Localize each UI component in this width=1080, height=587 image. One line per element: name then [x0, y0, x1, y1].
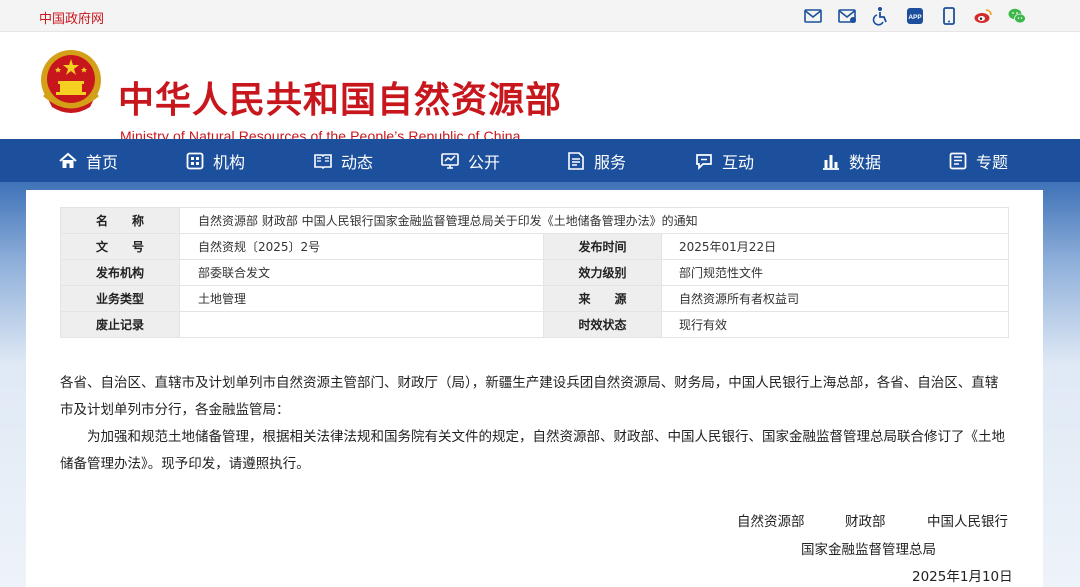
nav-item-data[interactable]: 数据	[821, 139, 881, 182]
table-row: 废止记录 时效状态 现行有效	[60, 311, 1009, 338]
accessibility-icon[interactable]	[870, 5, 892, 27]
top-icon-group: APP	[802, 5, 1028, 27]
nav-item-label: 动态	[341, 152, 374, 172]
table-row: 发布机构 部委联合发文 效力级别 部门规范性文件	[60, 259, 1009, 286]
service-icon	[568, 151, 584, 170]
nav-item-organization[interactable]: 机构	[185, 139, 245, 182]
weibo-icon[interactable]	[972, 5, 994, 27]
signature-org-1: 自然资源部	[737, 514, 805, 530]
mail-subscribe-icon[interactable]	[836, 5, 858, 27]
site-title-cn: 中华人民共和国自然资源部	[118, 79, 563, 121]
name-label: 名 称	[60, 207, 180, 234]
nav-item-label: 互动	[722, 152, 755, 172]
gov-portal-link[interactable]: 中国政府网	[39, 8, 104, 27]
signature-org-3: 中国人民银行	[927, 514, 1008, 530]
signature-date: 2025年1月10日	[912, 569, 1013, 585]
status-label: 时效状态	[543, 311, 662, 338]
abolish-value	[179, 311, 544, 338]
publish-time-value: 2025年01月22日	[661, 233, 1009, 260]
addressee-paragraph: 各省、自治区、直辖市及计划单列市自然资源主管部门、财政厅（局），新疆生产建设兵团…	[60, 375, 999, 418]
top-utility-bar: 中国政府网 APP	[0, 0, 1080, 32]
main-nav: 首页 机构 动态 公开 服务 互动 数据 专题	[0, 139, 1080, 182]
national-emblem-icon	[41, 50, 101, 113]
level-value: 部门规范性文件	[661, 259, 1009, 286]
issuer-label: 发布机构	[60, 259, 180, 286]
publish-time-label: 发布时间	[543, 233, 662, 260]
table-row: 名 称 自然资源部 财政部 中国人民银行国家金融监督管理总局关于印发《土地储备管…	[60, 207, 1009, 234]
issuer-value: 部委联合发文	[179, 259, 544, 286]
nav-item-disclosure[interactable]: 公开	[440, 139, 500, 182]
nav-item-service[interactable]: 服务	[566, 139, 626, 182]
nav-item-interaction[interactable]: 互动	[694, 139, 754, 182]
document-info-table: 名 称 自然资源部 财政部 中国人民银行国家金融监督管理总局关于印发《土地储备管…	[60, 207, 1009, 338]
nav-item-label: 服务	[594, 152, 627, 172]
source-value: 自然资源所有者权益司	[661, 285, 1009, 312]
wechat-icon[interactable]	[1006, 5, 1028, 27]
mail-icon[interactable]	[802, 5, 824, 27]
article-body: 各省、自治区、直辖市及计划单列市自然资源主管部门、财政厅（局），新疆生产建设兵团…	[60, 370, 1010, 478]
nav-item-label: 专题	[976, 152, 1009, 172]
organization-icon	[186, 152, 204, 169]
doc-no-value: 自然资规〔2025〕2号	[179, 233, 544, 260]
home-icon	[59, 152, 77, 168]
data-chart-icon	[823, 154, 839, 170]
table-row: 文 号 自然资规〔2025〕2号 发布时间 2025年01月22日	[60, 233, 1009, 260]
category-value: 土地管理	[179, 285, 544, 312]
signature-org-2: 财政部	[845, 514, 886, 530]
source-label: 来 源	[543, 285, 662, 312]
signature-org-4: 国家金融监督管理总局	[801, 542, 936, 558]
level-label: 效力级别	[543, 259, 662, 286]
category-label: 业务类型	[60, 285, 180, 312]
nav-item-topic[interactable]: 专题	[948, 139, 1008, 182]
nav-item-label: 首页	[86, 152, 119, 172]
nav-item-label: 公开	[468, 152, 501, 172]
nav-item-label: 数据	[849, 152, 882, 172]
abolish-label: 废止记录	[60, 311, 180, 338]
table-row: 业务类型 土地管理 来 源 自然资源所有者权益司	[60, 285, 1009, 312]
topic-icon	[949, 152, 967, 169]
mobile-icon[interactable]	[938, 5, 960, 27]
doc-no-label: 文 号	[60, 233, 180, 260]
nav-item-news[interactable]: 动态	[313, 139, 373, 182]
nav-item-label: 机构	[213, 152, 246, 172]
disclosure-icon	[441, 152, 459, 169]
nav-item-home[interactable]: 首页	[58, 139, 118, 182]
news-icon	[314, 153, 332, 169]
site-header: 中华人民共和国自然资源部 Ministry of Natural Resourc…	[0, 32, 1080, 144]
main-paragraph: 为加强和规范土地储备管理，根据相关法律法规和国务院有关文件的规定，自然资源部、财…	[60, 429, 1005, 472]
app-icon[interactable]: APP	[904, 5, 926, 27]
interaction-icon	[696, 153, 712, 170]
article-panel: 名 称 自然资源部 财政部 中国人民银行国家金融监督管理总局关于印发《土地储备管…	[26, 190, 1043, 587]
svg-text:APP: APP	[908, 14, 922, 21]
status-value: 现行有效	[661, 311, 1009, 338]
name-value: 自然资源部 财政部 中国人民银行国家金融监督管理总局关于印发《土地储备管理办法》…	[179, 207, 1009, 234]
